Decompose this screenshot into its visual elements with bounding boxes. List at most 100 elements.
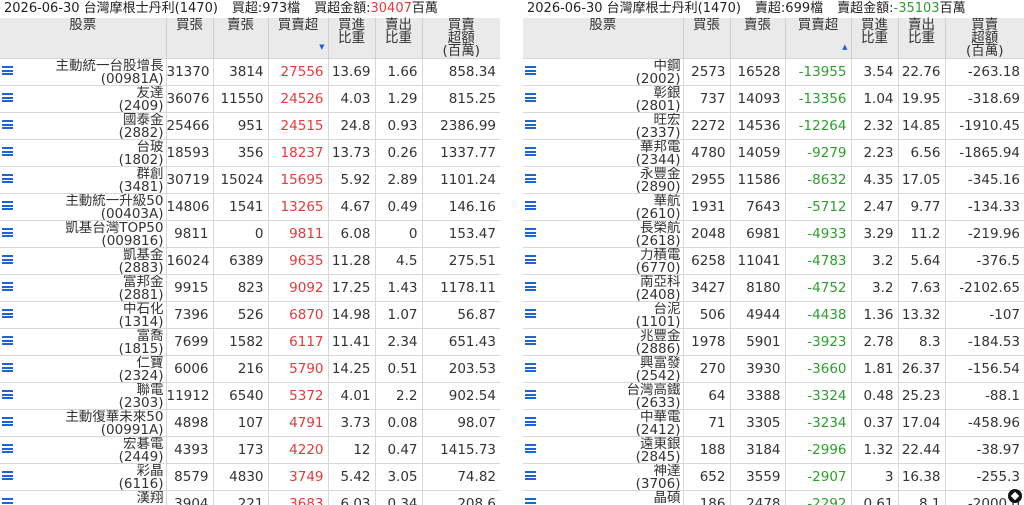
stock-cell[interactable]: 華航 (2610) [523,193,683,221]
table-row[interactable]: 凱基金 (2883) 16024 6389 9635 11.28 4.5 275.51 [0,247,500,275]
table-row[interactable]: 長榮航 (2618) 2048 6981 -4933 3.29 11.2 -219.96 [523,220,1024,248]
table-row[interactable]: 神達 (3706) 652 3559 -2907 3 16.38 -255.3 [523,463,1024,491]
list-icon[interactable] [525,336,536,345]
stock-cell[interactable]: 群創 (3481) [0,166,166,194]
table-row[interactable]: 兆豐金 (2886) 1978 5901 -3923 2.78 8.3 -184.53 [523,328,1024,356]
stock-code[interactable]: (2542) [523,369,683,382]
stock-cell[interactable]: 台泥 (1101) [523,301,683,329]
table-row[interactable]: 國泰金 (2882) 25466 951 24515 24.8 0.93 2386.99 [0,112,500,140]
table-row[interactable]: 富喬 (1815) 7699 1582 6117 11.41 2.34 651.43 [0,328,500,356]
stock-cell[interactable]: 興富發 (2542) [523,355,683,383]
table-row[interactable]: 彰銀 (2801) 737 14093 -13356 1.04 19.95 -318.69 [523,85,1024,113]
stock-cell[interactable]: 華邦電 (2344) [523,139,683,167]
stock-cell[interactable]: 中鋼 (2002) [523,58,683,86]
stock-cell[interactable]: 台灣高鐵 (2633) [523,382,683,410]
stock-cell[interactable]: 南亞科 (2408) [523,274,683,302]
stock-cell[interactable]: 中華電 (2412) [523,409,683,437]
stock-cell[interactable]: 遠東銀 (2845) [523,436,683,464]
table-row[interactable]: 主動復華未來50 (00991A) 4898 107 4791 3.73 0.08 98.07 [0,409,500,437]
table-row[interactable]: 漢翔(2634)390422136836.030.34208.6 [0,490,500,505]
scroll-cursor-icon[interactable] [1008,489,1022,503]
stock-cell[interactable]: 彰銀 (2801) [523,85,683,113]
col-header-amount[interactable]: 買賣 超額 (百萬) [944,18,1024,59]
table-row[interactable]: 興富發 (2542) 270 3930 -3660 1.81 26.37 -156.54 [523,355,1024,383]
stock-cell[interactable]: 凱基金 (2883) [0,247,166,275]
list-icon[interactable] [525,471,536,480]
stock-code[interactable]: (00981A) [0,72,166,85]
list-icon[interactable] [2,390,13,399]
stock-code[interactable]: (1101) [523,315,683,328]
stock-cell[interactable]: 彩晶 (6116) [0,463,166,491]
table-row[interactable]: 聯電 (2303) 11912 6540 5372 4.01 2.2 902.54 [0,382,500,410]
stock-cell[interactable]: 宏碁電 (2449) [0,436,166,464]
list-icon[interactable] [525,498,536,505]
table-row[interactable]: 主動統一台股增長 (00981A) 31370 3814 27556 13.69 1.66 8… [0,58,500,86]
stock-cell[interactable]: 永豐金 (2890) [523,166,683,194]
table-row[interactable]: 主動統一升級50 (00403A) 14806 1541 13265 4.67 0.49 14… [0,193,500,221]
col-header-sell[interactable]: 賣張 [212,18,268,59]
stock-code[interactable]: (2303) [0,396,166,409]
table-row[interactable]: 仁寶 (2324) 6006 216 5790 14.25 0.51 203.53 [0,355,500,383]
stock-cell[interactable]: 旺宏 (2337) [523,112,683,140]
table-row[interactable]: 中鋼 (2002) 2573 16528 -13955 3.54 22.76 -263.18 [523,58,1024,86]
stock-code[interactable]: (009816) [0,234,166,247]
stock-code[interactable]: (2409) [0,99,166,112]
col-header-buy-ratio[interactable]: 買進 比重 [327,18,375,59]
stock-code[interactable]: (2449) [0,450,166,463]
stock-cell[interactable]: 晶碩(3189) [523,490,683,505]
list-icon[interactable] [525,120,536,129]
list-icon[interactable] [2,93,13,102]
col-header-stock[interactable]: 股票 [0,18,166,59]
stock-cell[interactable]: 富喬 (1815) [0,328,166,356]
table-row[interactable]: 台泥 (1101) 506 4944 -4438 1.36 13.32 -107 [523,301,1024,329]
table-row[interactable]: 晶碩(3189)1862478-22920.618.1-2000.0 [523,490,1024,505]
col-header-net[interactable]: 買賣超 ▲ [784,18,851,59]
stock-cell[interactable]: 力積電 (6770) [523,247,683,275]
table-row[interactable]: 凱基台灣TOP50 (009816) 9811 0 9811 6.08 0 153.47 [0,220,500,248]
stock-code[interactable]: (2324) [0,369,166,382]
table-row[interactable]: 中華電 (2412) 71 3305 -3234 0.37 17.04 -458.96 [523,409,1024,437]
list-icon[interactable] [2,66,13,75]
stock-code[interactable]: (1815) [0,342,166,355]
stock-code[interactable]: (2886) [523,342,683,355]
list-icon[interactable] [2,255,13,264]
list-icon[interactable] [525,174,536,183]
list-icon[interactable] [2,201,13,210]
col-header-amount[interactable]: 買賣 超額 (百萬) [421,18,500,59]
list-icon[interactable] [2,228,13,237]
stock-cell[interactable]: 漢翔(2634) [0,490,166,505]
list-icon[interactable] [2,471,13,480]
list-icon[interactable] [2,147,13,156]
stock-cell[interactable]: 聯電 (2303) [0,382,166,410]
stock-code[interactable]: (2618) [523,234,683,247]
stock-code[interactable]: (3706) [523,477,683,490]
list-icon[interactable] [2,417,13,426]
table-row[interactable]: 南亞科 (2408) 3427 8180 -4752 3.2 7.63 -2102.65 [523,274,1024,302]
stock-code[interactable]: (6116) [0,477,166,490]
stock-cell[interactable]: 神達 (3706) [523,463,683,491]
list-icon[interactable] [525,228,536,237]
stock-code[interactable]: (2801) [523,99,683,112]
stock-code[interactable]: (2882) [0,126,166,139]
list-icon[interactable] [525,93,536,102]
list-icon[interactable] [2,282,13,291]
stock-code[interactable]: (00403A) [0,207,166,220]
table-row[interactable]: 遠東銀 (2845) 188 3184 -2996 1.32 22.44 -38.97 [523,436,1024,464]
table-row[interactable]: 力積電 (6770) 6258 11041 -4783 3.2 5.64 -376.5 [523,247,1024,275]
list-icon[interactable] [2,309,13,318]
table-row[interactable]: 台灣高鐵 (2633) 64 3388 -3324 0.48 25.23 -88.1 [523,382,1024,410]
table-row[interactable]: 華航 (2610) 1931 7643 -5712 2.47 9.77 -134.33 [523,193,1024,221]
stock-cell[interactable]: 長榮航 (2618) [523,220,683,248]
list-icon[interactable] [2,363,13,372]
stock-code[interactable]: (2344) [523,153,683,166]
stock-cell[interactable]: 國泰金 (2882) [0,112,166,140]
list-icon[interactable] [525,201,536,210]
stock-cell[interactable]: 中石化 (1314) [0,301,166,329]
list-icon[interactable] [525,417,536,426]
table-row[interactable]: 富邦金 (2881) 9915 823 9092 17.25 1.43 1178.11 [0,274,500,302]
stock-code[interactable]: (2002) [523,72,683,85]
table-row[interactable]: 中石化 (1314) 7396 526 6870 14.98 1.07 56.87 [0,301,500,329]
table-row[interactable]: 群創 (3481) 30719 15024 15695 5.92 2.89 1101.24 [0,166,500,194]
table-row[interactable]: 友達 (2409) 36076 11550 24526 4.03 1.29 815.25 [0,85,500,113]
table-row[interactable]: 旺宏 (2337) 2272 14536 -12264 2.32 14.85 -1910.45 [523,112,1024,140]
